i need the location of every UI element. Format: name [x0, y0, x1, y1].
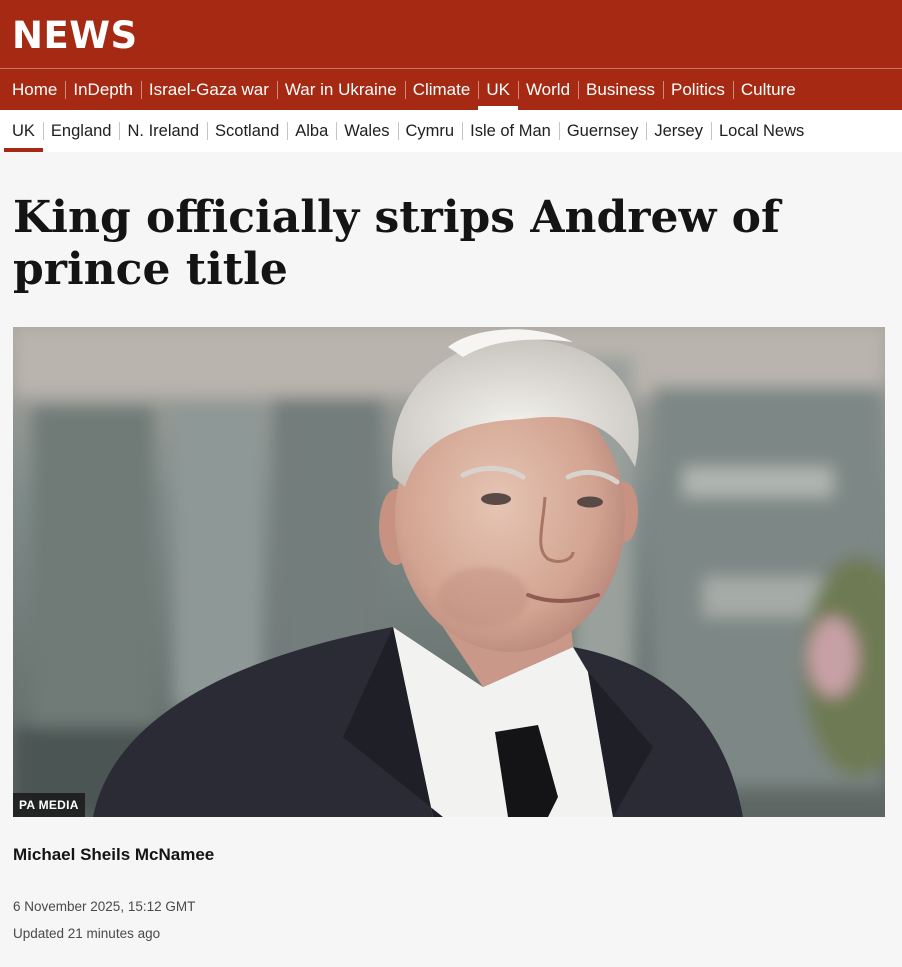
secondary-nav-cymru[interactable]: Cymru — [397, 110, 463, 152]
secondary-nav-uk[interactable]: UK — [4, 110, 43, 152]
article-headline: King officially strips Andrew of prince … — [13, 192, 780, 295]
primary-nav-politics[interactable]: Politics — [663, 69, 733, 110]
primary-nav-uk[interactable]: UK — [478, 69, 518, 110]
primary-nav-culture[interactable]: Culture — [732, 69, 804, 110]
primary-nav-home[interactable]: Home — [4, 69, 65, 110]
hero-image — [13, 327, 885, 817]
news-logo[interactable]: NEWS — [12, 13, 138, 59]
secondary-nav-isle-of-man[interactable]: Isle of Man — [462, 110, 559, 152]
author-byline: Michael Sheils McNamee — [13, 845, 215, 864]
secondary-nav-jersey[interactable]: Jersey — [646, 110, 711, 152]
hero-photo-illustration — [13, 327, 885, 817]
secondary-nav-england[interactable]: England — [42, 110, 120, 152]
secondary-nav-local-news[interactable]: Local News — [710, 110, 812, 152]
primary-nav-climate[interactable]: Climate — [404, 69, 479, 110]
secondary-nav-alba[interactable]: Alba — [287, 110, 336, 152]
primary-nav: Home InDepth Israel-Gaza war War in Ukra… — [0, 69, 902, 110]
primary-nav-world[interactable]: World — [517, 69, 578, 110]
image-credit: PA MEDIA — [13, 793, 85, 817]
secondary-nav-n-ireland[interactable]: N. Ireland — [119, 110, 207, 152]
primary-nav-indepth[interactable]: InDepth — [65, 69, 141, 110]
primary-nav-war-in-ukraine[interactable]: War in Ukraine — [276, 69, 405, 110]
primary-nav-business[interactable]: Business — [578, 69, 663, 110]
masthead: NEWS Home InDepth Israel-Gaza war War in… — [0, 0, 902, 110]
primary-nav-israel-gaza-war[interactable]: Israel-Gaza war — [140, 69, 277, 110]
secondary-nav-wales[interactable]: Wales — [336, 110, 397, 152]
updated-time: Updated 21 minutes ago — [13, 926, 161, 941]
publish-date: 6 November 2025, 15:12 GMT — [13, 899, 196, 914]
secondary-nav: UK England N. Ireland Scotland Alba Wale… — [0, 110, 902, 152]
secondary-nav-guernsey[interactable]: Guernsey — [558, 110, 647, 152]
secondary-nav-scotland[interactable]: Scotland — [207, 110, 287, 152]
